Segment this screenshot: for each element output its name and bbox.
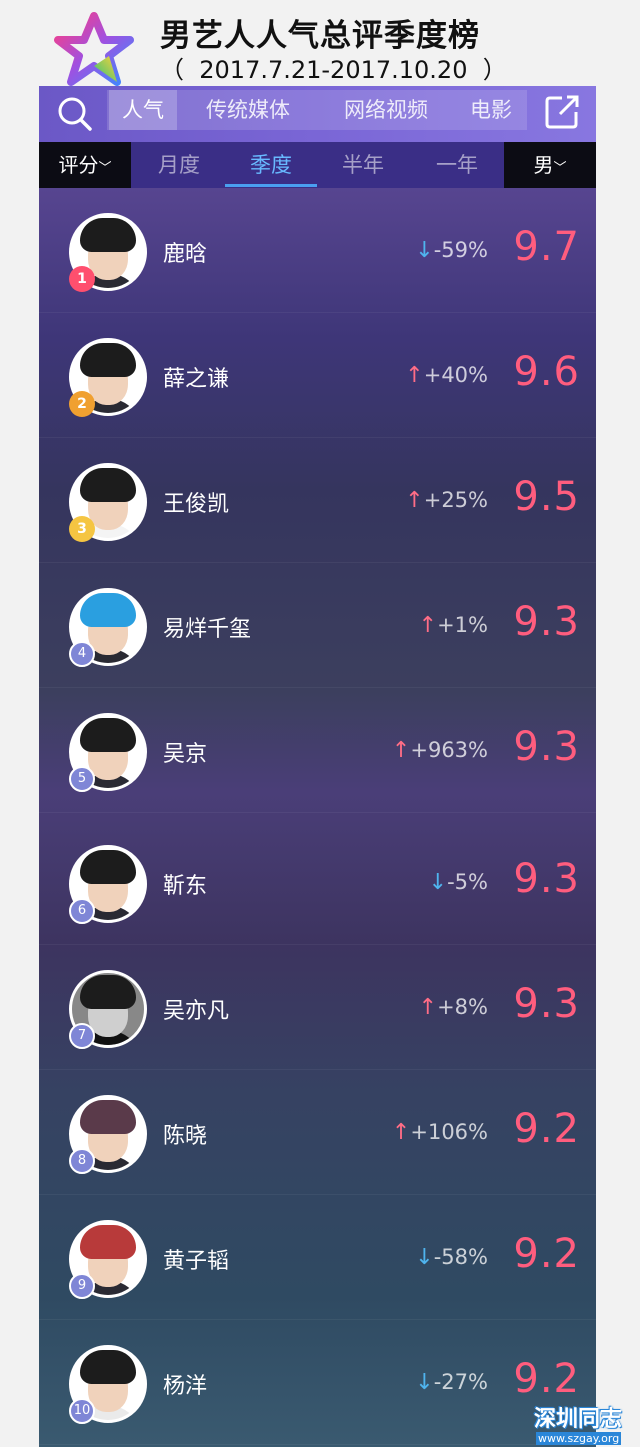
change-value: +25% (423, 488, 488, 512)
score: 9.6 (513, 349, 580, 395)
change-indicator: ↓-59% (415, 238, 488, 263)
sort-dropdown[interactable]: 评分﹀ (39, 142, 131, 188)
change-indicator: ↑+963% (392, 738, 488, 763)
rank-badge: 4 (69, 641, 95, 667)
share-icon[interactable] (542, 92, 582, 132)
ranking-row[interactable]: 8 陈晓 ↑+106% 9.2 (39, 1070, 596, 1195)
rank-medal-badge: 3 (69, 516, 95, 542)
score: 9.7 (513, 224, 580, 270)
period-tab-quarter[interactable]: 季度 (225, 142, 317, 188)
chevron-down-icon: ﹀ (98, 161, 112, 176)
arrow-up-icon: ↑ (405, 363, 424, 388)
score: 9.5 (513, 474, 580, 520)
change-indicator: ↑+40% (405, 363, 488, 388)
score: 9.2 (513, 1106, 580, 1152)
rank-medal-badge: 2 (69, 391, 95, 417)
chevron-down-icon: ﹀ (553, 161, 567, 176)
arrow-up-icon: ↑ (418, 995, 438, 1020)
tab-traditional-media[interactable]: 传统媒体 (189, 90, 307, 130)
tab-online-video[interactable]: 网络视频 (327, 90, 445, 130)
change-indicator: ↓-27% (415, 1370, 488, 1395)
page-header: 男艺人人气总评季度榜 （ 2017.7.21-2017.10.20 ） (0, 0, 640, 86)
arrow-up-icon: ↑ (391, 1120, 411, 1145)
artist-name: 杨洋 (163, 1374, 208, 1399)
arrow-up-icon: ↑ (405, 488, 424, 513)
change-value: -59% (433, 238, 488, 262)
gender-dropdown[interactable]: 男﹀ (504, 142, 596, 188)
period-tab-month[interactable]: 月度 (133, 142, 225, 188)
gender-label: 男 (533, 153, 554, 177)
arrow-down-icon: ↓ (428, 870, 448, 895)
ranking-row[interactable]: 6 靳东 ↓-5% 9.3 (39, 820, 596, 945)
arrow-down-icon: ↓ (415, 1370, 434, 1395)
change-value: -27% (433, 1370, 488, 1394)
arrow-up-icon: ↑ (418, 613, 438, 638)
change-indicator: ↑+8% (419, 995, 488, 1020)
score: 9.3 (513, 856, 580, 902)
score: 9.3 (513, 599, 580, 645)
change-indicator: ↑+106% (392, 1120, 488, 1145)
score: 9.3 (513, 981, 580, 1027)
artist-name: 王俊凯 (163, 492, 230, 517)
rank-badge: 10 (69, 1398, 95, 1424)
change-value: +106% (410, 1120, 488, 1144)
ranking-list: 1 鹿晗 ↓-59% 9.7 2 薛之谦 ↑+40% 9.6 3 王俊凯 ↑+2… (39, 188, 596, 1447)
change-value: -58% (433, 1245, 488, 1269)
sort-label: 评分 (58, 153, 99, 177)
artist-name: 薛之谦 (163, 367, 230, 392)
artist-name: 吴京 (163, 742, 208, 767)
ranking-row[interactable]: 3 王俊凯 ↑+25% 9.5 (39, 438, 596, 563)
change-indicator: ↓-5% (429, 870, 488, 895)
artist-name: 陈晓 (163, 1124, 208, 1149)
tab-movie[interactable]: 电影 (459, 90, 523, 130)
rank-badge: 7 (69, 1023, 95, 1049)
score: 9.3 (513, 724, 580, 770)
artist-name: 黄子韬 (163, 1249, 230, 1274)
ranking-row[interactable]: 9 黄子韬 ↓-58% 9.2 (39, 1195, 596, 1320)
watermark-url: www.szgay.org (536, 1432, 622, 1445)
arrow-down-icon: ↓ (415, 1245, 434, 1270)
rank-medal-badge: 1 (69, 266, 95, 292)
rank-badge: 5 (69, 766, 95, 792)
ranking-row[interactable]: 5 吴京 ↑+963% 9.3 (39, 688, 596, 813)
period-tab-half-year[interactable]: 半年 (317, 142, 409, 188)
ranking-row[interactable]: 10 杨洋 ↓-27% 9.2 (39, 1320, 596, 1445)
change-value: +40% (423, 363, 488, 387)
change-indicator: ↑+1% (419, 613, 488, 638)
arrow-up-icon: ↑ (391, 738, 411, 763)
star-logo-icon (54, 12, 134, 86)
arrow-down-icon: ↓ (415, 238, 434, 263)
artist-name: 靳东 (163, 874, 208, 899)
site-watermark: 深圳同志 www.szgay.org (532, 1401, 640, 1447)
rank-badge: 9 (69, 1273, 95, 1299)
ranking-app: 人气 传统媒体 网络视频 电影 评分﹀ 月度 季度 半年 一年 男﹀ 1 鹿晗 … (39, 86, 596, 1447)
tab-popularity[interactable]: 人气 (109, 90, 177, 130)
page-title: 男艺人人气总评季度榜 (160, 18, 480, 54)
ranking-row[interactable]: 2 薛之谦 ↑+40% 9.6 (39, 313, 596, 438)
artist-name: 吴亦凡 (163, 999, 230, 1024)
ranking-row[interactable]: 4 易烊千玺 ↑+1% 9.3 (39, 563, 596, 688)
change-value: +1% (437, 613, 488, 637)
change-value: +8% (437, 995, 488, 1019)
rank-badge: 6 (69, 898, 95, 924)
top-nav-bar: 人气 传统媒体 网络视频 电影 (39, 86, 596, 142)
active-period-underline (225, 184, 317, 187)
filter-bar: 评分﹀ 月度 季度 半年 一年 男﹀ (39, 142, 596, 188)
ranking-row[interactable]: 1 鹿晗 ↓-59% 9.7 (39, 188, 596, 313)
change-indicator: ↑+25% (405, 488, 488, 513)
change-indicator: ↓-58% (415, 1245, 488, 1270)
artist-name: 鹿晗 (163, 242, 208, 267)
ranking-row[interactable]: 7 吴亦凡 ↑+8% 9.3 (39, 945, 596, 1070)
search-icon[interactable] (55, 94, 95, 134)
change-value: -5% (447, 870, 488, 894)
period-tab-year[interactable]: 一年 (409, 142, 505, 188)
watermark-title: 深圳同志 (534, 1407, 623, 1432)
artist-name: 易烊千玺 (163, 617, 252, 642)
date-range: （ 2017.7.21-2017.10.20 ） (160, 56, 507, 84)
rank-badge: 8 (69, 1148, 95, 1174)
score: 9.2 (513, 1356, 580, 1402)
score: 9.2 (513, 1231, 580, 1277)
change-value: +963% (410, 738, 488, 762)
